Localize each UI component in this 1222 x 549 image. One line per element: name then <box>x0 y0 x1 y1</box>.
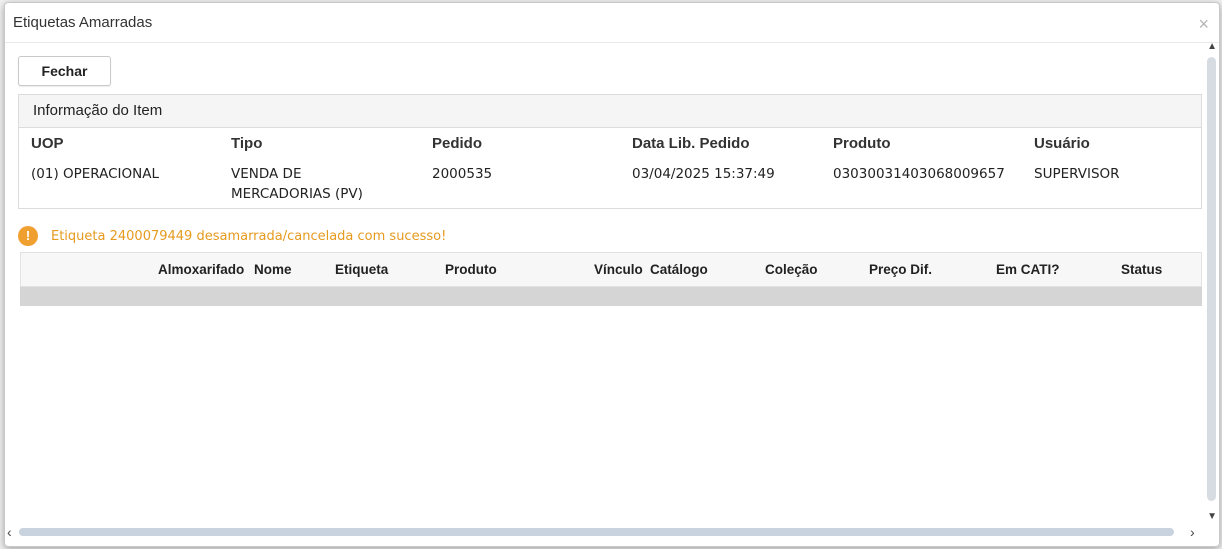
info-value: (01) OPERACIONAL <box>31 166 160 182</box>
scroll-right-arrow-icon[interactable]: › <box>1190 524 1195 540</box>
item-info-heading: Informação do Item <box>19 95 1201 128</box>
column-header-vinculo[interactable]: Vínculo <box>594 262 643 277</box>
item-info-panel: Informação do Item UOP (01) OPERACIONAL … <box>18 94 1202 209</box>
close-button[interactable]: Fechar <box>18 56 111 86</box>
column-header-nome[interactable]: Nome <box>254 262 292 277</box>
scroll-left-arrow-icon[interactable]: ‹ <box>7 524 12 540</box>
column-header-preco-dif[interactable]: Preço Dif. <box>869 262 932 277</box>
scroll-up-arrow-icon[interactable]: ▲ <box>1207 41 1217 52</box>
horizontal-scrollbar[interactable] <box>19 528 1174 536</box>
tags-dialog: Etiquetas Amarradas × Fechar Informação … <box>4 2 1220 547</box>
close-icon[interactable]: × <box>1198 15 1209 33</box>
info-value: 03/04/2025 15:37:49 <box>632 166 775 182</box>
warning-icon: ! <box>18 226 38 246</box>
info-label: Produto <box>833 135 891 152</box>
grid-header: Almoxarifado Nome Etiqueta Produto Víncu… <box>20 252 1202 287</box>
column-header-catalogo[interactable]: Catálogo <box>650 262 708 277</box>
info-field-tipo: Tipo VENDA DE MERCADORIAS (PV) <box>231 135 381 204</box>
info-value: 2000535 <box>432 166 493 182</box>
alert-message: Etiqueta 2400079449 desamarrada/cancelad… <box>51 229 447 244</box>
column-header-almoxarifado[interactable]: Almoxarifado <box>158 262 244 277</box>
column-header-etiqueta[interactable]: Etiqueta <box>335 262 388 277</box>
tags-grid: Almoxarifado Nome Etiqueta Produto Víncu… <box>20 252 1202 306</box>
info-field-usuario: Usuário SUPERVISOR <box>1034 135 1219 184</box>
info-label: Pedido <box>432 135 483 152</box>
info-label: Data Lib. Pedido <box>632 135 750 152</box>
info-field-produto: Produto 03030031403068009657 <box>833 135 1028 184</box>
info-field-data-lib-pedido: Data Lib. Pedido 03/04/2025 15:37:49 <box>632 135 827 184</box>
table-row <box>20 287 1202 306</box>
info-field-pedido: Pedido 2000535 <box>432 135 627 184</box>
column-header-produto[interactable]: Produto <box>445 262 497 277</box>
info-value: SUPERVISOR <box>1034 166 1120 182</box>
dialog-header: Etiquetas Amarradas × <box>5 3 1219 43</box>
dialog-title: Etiquetas Amarradas <box>13 14 153 31</box>
column-header-colecao[interactable]: Coleção <box>765 262 818 277</box>
info-label: Usuário <box>1034 135 1090 152</box>
info-label: Tipo <box>231 135 263 152</box>
vertical-scrollbar[interactable] <box>1207 57 1216 501</box>
scroll-down-arrow-icon[interactable]: ▼ <box>1207 511 1217 522</box>
column-header-em-cati[interactable]: Em CATI? <box>996 262 1060 277</box>
info-label: UOP <box>31 135 64 152</box>
info-value: VENDA DE MERCADORIAS (PV) <box>231 166 363 202</box>
column-header-status[interactable]: Status <box>1121 262 1162 277</box>
info-field-uop: UOP (01) OPERACIONAL <box>31 135 226 184</box>
info-value: 03030031403068009657 <box>833 166 1005 182</box>
